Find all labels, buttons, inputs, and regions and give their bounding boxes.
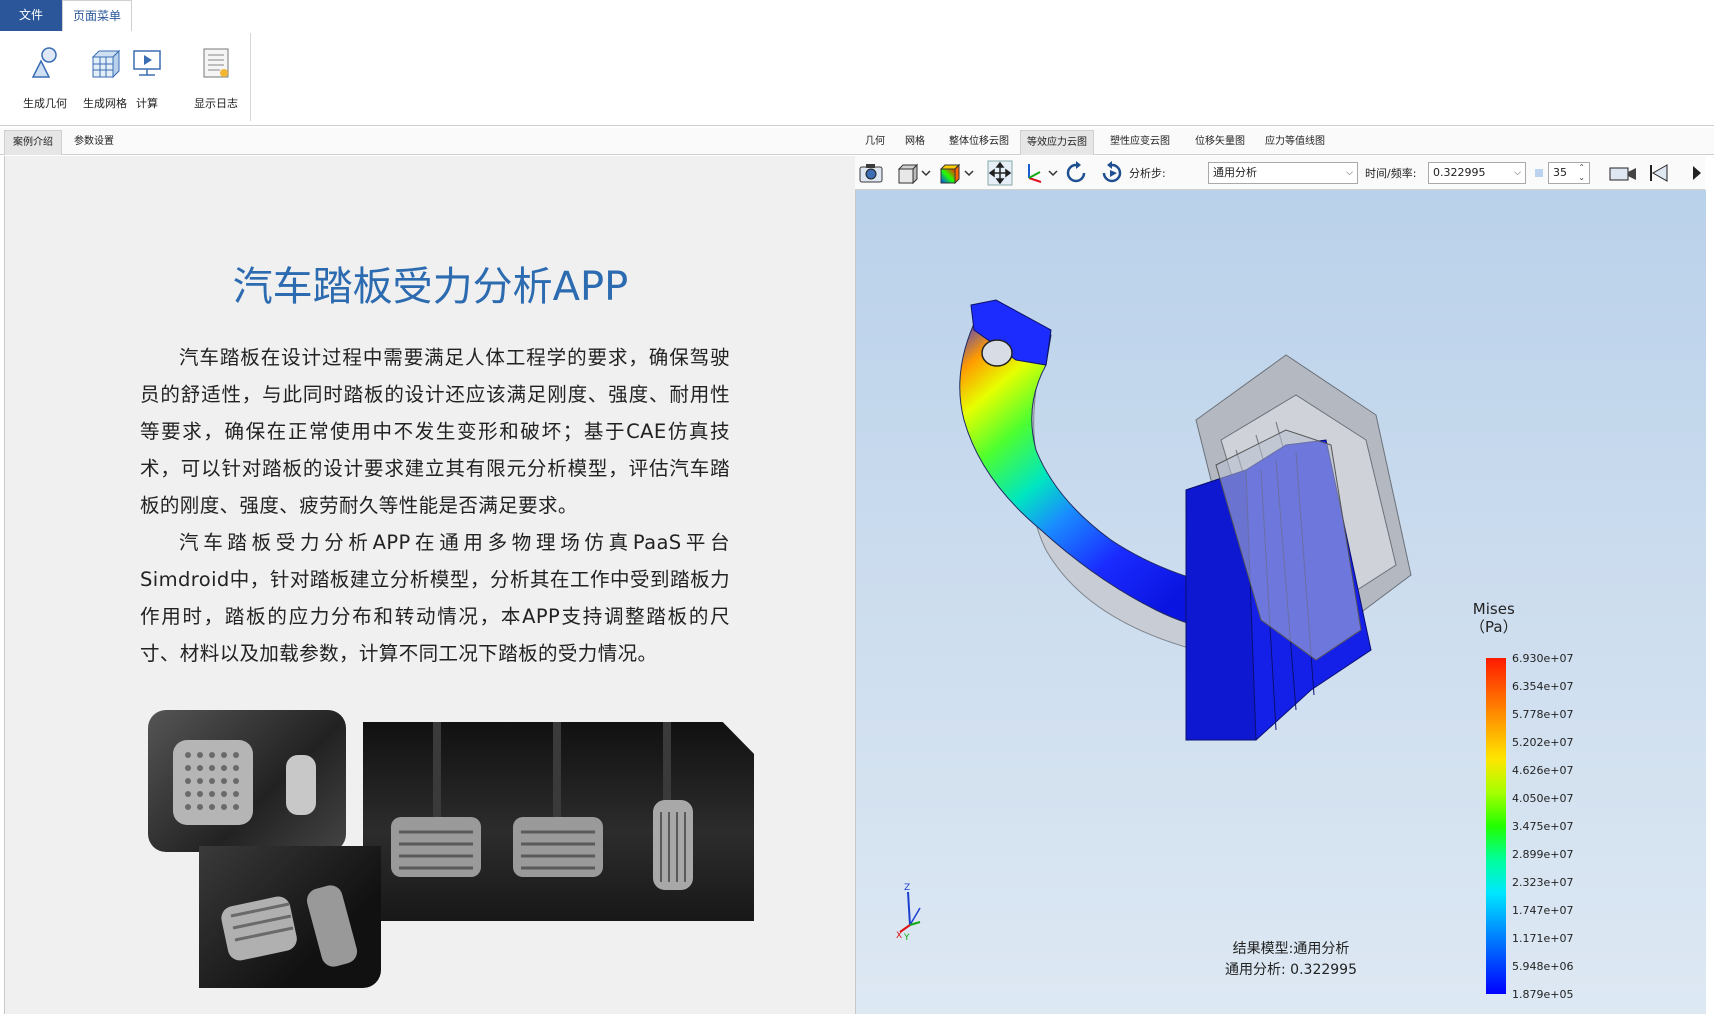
legend-value: 1.879e+05 [1512, 988, 1574, 1001]
result-step-label: 通用分析: 0.322995 [1225, 962, 1357, 978]
axis-z-label: Z [904, 883, 910, 893]
legend-title: Mises （Pa） [1470, 600, 1518, 636]
rotate-icon[interactable] [1063, 160, 1089, 186]
tab-geometry[interactable]: 几何 [865, 130, 885, 154]
legend-value: 5.202e+07 [1512, 736, 1574, 749]
geometry-icon [31, 47, 57, 78]
log-icon [203, 48, 229, 78]
intro-paragraph-2: 汽车踏板受力分析APP在通用多物理场仿真PaaS平台Simdroid中，针对踏板… [140, 531, 730, 665]
analysis-step-select[interactable]: 通用分析 ⌵ [1208, 162, 1358, 184]
analysis-step-label: 分析步: [1129, 167, 1166, 180]
first-frame-icon[interactable] [1645, 160, 1671, 186]
pan-icon[interactable] [987, 160, 1013, 186]
chevron-down-icon: ⌵ [1346, 168, 1353, 178]
axis-x-label: X [896, 931, 902, 940]
frame-count-value: 35 [1553, 166, 1567, 179]
tab-displacement-vector[interactable]: 位移矢量图 [1195, 130, 1245, 154]
ribbon-separator [250, 33, 251, 121]
tab-parameter-settings[interactable]: 参数设置 [66, 130, 122, 154]
chevron-down-icon[interactable] [920, 160, 932, 186]
analysis-step-value: 通用分析 [1213, 166, 1257, 179]
pedal-photo-closeup [148, 710, 346, 852]
legend-value: 2.323e+07 [1512, 876, 1574, 889]
frame-count-stepper[interactable]: 35 ⌃ ⌄ [1548, 162, 1590, 184]
generate-geometry-label: 生成几何 [23, 97, 67, 110]
more-tools-icon[interactable] [1691, 160, 1703, 186]
color-map-icon[interactable] [937, 160, 963, 186]
axis-orientation-icon[interactable] [1021, 160, 1047, 186]
legend-value: 4.626e+07 [1512, 764, 1574, 777]
legend-value: 6.930e+07 [1512, 652, 1574, 665]
result-info: 结果模型:通用分析 通用分析: 0.322995 [1166, 939, 1416, 981]
3d-viewport[interactable]: Z X Y Mises （Pa） 6.930e+07 6.354e+07 5.778… [855, 190, 1706, 1014]
chevron-down-icon[interactable] [1047, 160, 1059, 186]
legend-value: 4.050e+07 [1512, 792, 1574, 805]
legend-title-quantity: Mises [1472, 600, 1515, 618]
pedal-photo-angle [199, 846, 381, 988]
legend-value: 1.747e+07 [1512, 904, 1574, 917]
menu-tab-file[interactable]: 文件 [0, 0, 62, 31]
axis-y-label: Y [903, 933, 910, 940]
intro-paragraph-1: 汽车踏板在设计过程中需要满足人体工程学的要求，确保驾驶员的舒适性，与此同时踏板的… [140, 346, 730, 517]
time-frequency-select[interactable]: 0.322995 ⌵ [1428, 162, 1526, 184]
tab-equivalent-stress[interactable]: 等效应力云图 [1020, 130, 1094, 155]
show-log-button[interactable]: 显示日志 [185, 41, 247, 121]
menu-tab-page-menu[interactable]: 页面菜单 [62, 0, 132, 31]
show-log-label: 显示日志 [194, 97, 238, 110]
ribbon: 生成几何 生成网格 计算 显示日志 [0, 31, 1714, 126]
tab-plastic-strain[interactable]: 塑性应变云图 [1110, 130, 1170, 154]
generate-geometry-button[interactable]: 生成几何 [14, 41, 76, 121]
pedal-stress-model [959, 299, 1412, 741]
tab-stress-contour[interactable]: 应力等值线图 [1265, 130, 1325, 154]
compute-button[interactable]: 计算 [116, 41, 178, 121]
legend-value: 6.354e+07 [1512, 680, 1574, 693]
result-model-label: 结果模型:通用分析 [1232, 941, 1350, 957]
chevron-down-icon[interactable] [963, 160, 975, 186]
case-intro-panel: 汽车踏板受力分析APP 汽车踏板在设计过程中需要满足人体工程学的要求，确保驾驶员… [4, 156, 857, 1014]
chevron-down-icon: ⌵ [1514, 168, 1521, 178]
reset-view-icon[interactable] [1099, 160, 1125, 186]
legend-value: 1.171e+07 [1512, 932, 1574, 945]
legend-value: 5.948e+06 [1512, 960, 1574, 973]
menu-bar: 文件 页面菜单 [0, 0, 1714, 32]
tab-mesh[interactable]: 网格 [905, 130, 925, 154]
pedal-photo-footwell [363, 722, 754, 921]
legend-title-unit: （Pa） [1470, 618, 1518, 636]
legend-value: 5.778e+07 [1512, 708, 1574, 721]
left-tab-bar: 案例介绍 参数设置 [0, 128, 855, 155]
viewer-toolbar: 分析步: 通用分析 ⌵ 时间/频率: 0.322995 ⌵ 35 ⌃ ⌄ [855, 156, 1705, 190]
compute-label: 计算 [136, 97, 158, 110]
page-title: 汽车踏板受力分析APP [232, 264, 629, 310]
legend-value: 3.475e+07 [1512, 820, 1574, 833]
view-cube-icon[interactable] [895, 160, 921, 186]
tab-case-intro[interactable]: 案例介绍 [4, 130, 62, 155]
result-tab-bar: 几何 网格 整体位移云图 等效应力云图 塑性应变云图 位移矢量图 应力等值线图 [855, 128, 1714, 155]
stepper-arrows-icon: ⌃ ⌄ [1578, 163, 1585, 182]
tab-total-displacement[interactable]: 整体位移云图 [949, 130, 1009, 154]
time-frequency-label: 时间/频率: [1365, 167, 1417, 180]
axis-triad-icon: Z X Y [896, 883, 921, 940]
frame-indicator-icon [1535, 169, 1543, 177]
compute-icon [133, 50, 161, 76]
record-video-icon[interactable] [1608, 160, 1638, 186]
legend-value: 2.899e+07 [1512, 848, 1574, 861]
camera-icon[interactable] [858, 160, 884, 186]
legend-color-bar [1486, 658, 1506, 994]
time-frequency-value: 0.322995 [1433, 166, 1486, 179]
